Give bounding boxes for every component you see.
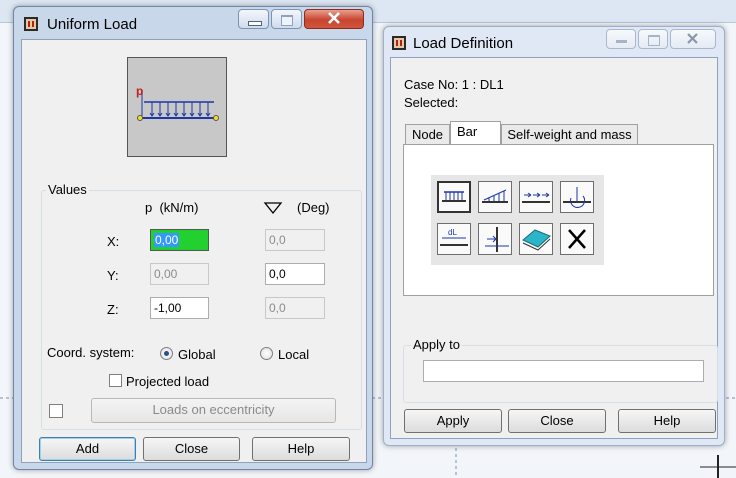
surface-load-icon <box>522 229 551 251</box>
close-button[interactable]: Close <box>143 437 240 461</box>
close-window-button[interactable] <box>304 9 364 29</box>
force-on-bar-button[interactable] <box>478 223 512 255</box>
moment-load-icon <box>563 187 591 208</box>
uniform-load-icon <box>442 191 466 202</box>
concentrated-forces-icon <box>522 192 550 203</box>
selected-label: Selected: <box>404 95 459 110</box>
surface-load-button[interactable] <box>519 223 553 255</box>
x-angle-input: 0,0 <box>265 229 325 251</box>
dialog-title: Load Definition <box>413 35 514 52</box>
minimize-icon <box>616 40 627 43</box>
coord-system-label: Coord. system: <box>47 345 135 360</box>
uniform-load-preview-icon <box>137 92 219 121</box>
x-axis-label: X: <box>107 234 120 249</box>
minimize-button[interactable] <box>238 9 269 29</box>
values-group-label: Values <box>46 182 89 197</box>
minimize-icon <box>248 21 262 26</box>
dl-load-button[interactable]: dL <box>437 223 471 255</box>
dialog-title: Uniform Load <box>47 16 138 33</box>
apply-to-label: Apply to <box>411 337 462 352</box>
eccentricity-checkbox[interactable] <box>49 404 63 418</box>
z-axis-label: Z: <box>107 302 119 317</box>
svg-text:dL: dL <box>448 228 457 237</box>
load-tool-palette: dL <box>431 175 604 265</box>
global-radio-label[interactable]: Global <box>178 347 216 362</box>
px-input[interactable]: 0,00 <box>150 229 209 251</box>
z-angle-input: 0,0 <box>265 297 325 319</box>
uniform-load-dialog: Uniform Load p Values p (kN/m) (Deg) X: … <box>13 6 373 470</box>
y-axis-label: Y: <box>107 268 119 283</box>
minimize-button[interactable] <box>606 29 636 49</box>
local-radio-label[interactable]: Local <box>278 347 309 362</box>
projected-load-checkbox[interactable] <box>109 374 122 387</box>
close-icon <box>687 33 698 44</box>
help-button[interactable]: Help <box>252 437 350 461</box>
maximize-icon <box>648 35 660 46</box>
case-number: Case No: 1 : DL1 <box>404 77 504 92</box>
projected-load-label[interactable]: Projected load <box>126 374 209 389</box>
deg-column-header: (Deg) <box>297 200 330 215</box>
add-button[interactable]: Add <box>39 437 136 461</box>
preview-p-label: p <box>136 84 144 98</box>
py-input: 0,00 <box>150 263 209 285</box>
uniform-load-button[interactable] <box>437 181 471 213</box>
local-radio[interactable] <box>260 347 273 360</box>
concentrated-forces-button[interactable] <box>519 181 553 213</box>
tab-self-weight[interactable]: Self-weight and mass <box>501 124 638 144</box>
load-preview: p <box>127 57 227 157</box>
dl-load-icon: dL <box>440 228 468 246</box>
dialog-client: Case No: 1 : DL1 Selected: Node Bar Self… <box>390 57 718 439</box>
delete-load-icon <box>568 229 586 249</box>
maximize-icon <box>281 15 293 26</box>
tab-panel: dL <box>403 144 714 296</box>
tab-bar[interactable]: Bar <box>450 121 501 144</box>
pz-input[interactable]: -1,00 <box>150 297 209 319</box>
close-icon <box>328 12 340 24</box>
y-angle-input[interactable]: 0,0 <box>265 263 325 285</box>
close-window-button[interactable] <box>670 29 716 49</box>
px-input-selection: 0,00 <box>154 233 180 247</box>
close-button[interactable]: Close <box>508 409 606 433</box>
moment-load-button[interactable] <box>560 181 594 213</box>
delete-load-button[interactable] <box>560 223 594 255</box>
loads-on-eccentricity-button: Loads on eccentricity <box>91 398 336 423</box>
tab-node[interactable]: Node <box>405 124 450 144</box>
p-column-header: p (kN/m) <box>145 200 199 215</box>
dialog-client: p Values p (kN/m) (Deg) X: 0,00 0,0 Y: 0… <box>21 39 367 463</box>
angle-icon <box>263 202 283 215</box>
trapezoidal-load-icon <box>482 189 508 203</box>
force-on-bar-icon <box>485 227 509 252</box>
app-icon <box>24 17 38 31</box>
apply-to-input[interactable] <box>423 360 704 382</box>
app-icon <box>392 36 406 50</box>
load-definition-dialog: Load Definition Case No: 1 : DL1 Selecte… <box>383 26 725 446</box>
global-radio[interactable] <box>160 347 173 360</box>
maximize-button[interactable] <box>638 29 668 49</box>
maximize-button[interactable] <box>271 9 302 29</box>
apply-button[interactable]: Apply <box>404 409 502 433</box>
trapezoidal-load-button[interactable] <box>478 181 512 213</box>
help-button[interactable]: Help <box>618 409 716 433</box>
